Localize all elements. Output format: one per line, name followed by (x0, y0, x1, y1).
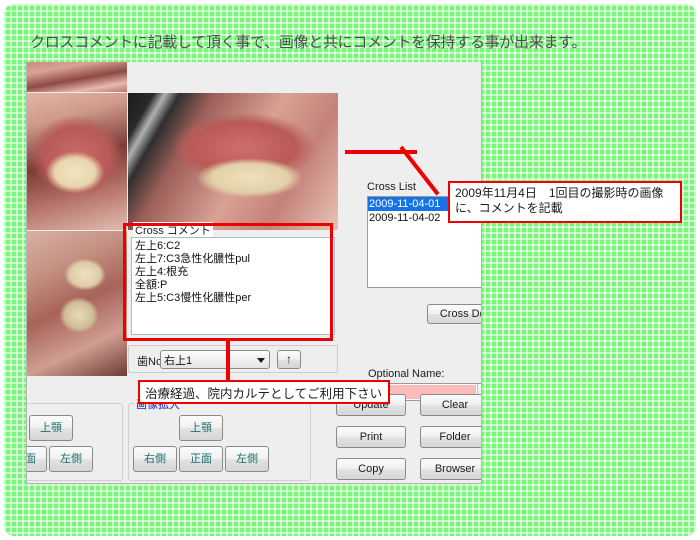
clear-button[interactable]: Clear (420, 394, 481, 416)
intraoral-photo-upper-left[interactable] (27, 62, 127, 92)
left-left-side-label: 左側 (60, 453, 82, 465)
left-upper-jaw-label: 上顎 (40, 422, 62, 434)
right-side-label: 右側 (144, 453, 166, 465)
cross-comment-group: Cross コメント 左上6:C2 左上7:C3急性化膿性pul 左上4:根充 … (128, 222, 338, 340)
comment-line: 左上7:C3急性化膿性pul (135, 253, 250, 265)
folder-button[interactable]: Folder (420, 426, 481, 448)
page-title: クロスコメントに記載して頂く事で、画像と共にコメントを保持する事が出来ます。 (30, 34, 587, 51)
annotation-usage-note: 治療経過、院内カルテとしてご利用下さい (138, 380, 390, 404)
browser-label: Browser (434, 463, 476, 475)
comment-line: 左上4:根充 (135, 266, 189, 278)
upper-jaw-button[interactable]: 上顎 (179, 415, 223, 441)
arrow-up-icon: ↑ (286, 352, 292, 366)
left-left-side-button[interactable]: 左側 (49, 446, 93, 472)
print-button[interactable]: Print (336, 426, 406, 448)
intraoral-photo-lower-left[interactable] (27, 231, 127, 376)
application-window: Cross List 2009-11-04-01 2009-11-04-02 C… (26, 62, 482, 484)
comment-line: 左上6:C2 (135, 240, 181, 252)
print-label: Print (359, 431, 383, 443)
annotation-leader-vertical (226, 341, 230, 383)
page-background: クロスコメントに記載して頂く事で、画像と共にコメントを保持する事が出来ます。 C… (4, 4, 696, 536)
tooth-number-value: 右上1 (164, 354, 193, 367)
clear-label: Clear (441, 399, 469, 411)
annotation-cross-note-line1: 2009年11月4日 1回目の撮影時の画像 (455, 186, 664, 200)
left-side-label: 左側 (236, 453, 258, 465)
comment-line: 全額:P (135, 279, 168, 291)
left-upper-jaw-button[interactable]: 上顎 (29, 415, 73, 441)
folder-label: Folder (439, 431, 471, 443)
cross-del-button[interactable]: Cross Del (427, 304, 481, 324)
cross-comment-textarea[interactable]: 左上6:C2 左上7:C3急性化膿性pul 左上4:根充 全額:P 左上5:C3… (131, 237, 335, 335)
annotation-cross-note-line2: に、コメントを記載 (455, 201, 563, 215)
annotation-cross-note: 2009年11月4日 1回目の撮影時の画像 に、コメントを記載 (448, 181, 682, 223)
front-view-label: 正面 (190, 453, 212, 465)
intraoral-photo-side-view[interactable] (128, 93, 338, 230)
cross-comment-label: Cross コメント (133, 222, 213, 238)
browser-button[interactable]: Browser (420, 458, 481, 480)
left-front-label: 正面 (26, 453, 36, 465)
cross-list-label: Cross List (367, 181, 416, 193)
upper-jaw-label: 上顎 (190, 422, 212, 434)
cross-del-label: Cross Del (439, 308, 481, 320)
tooth-up-button[interactable]: ↑ (277, 350, 301, 369)
right-side-button[interactable]: 右側 (133, 446, 177, 472)
front-view-button[interactable]: 正面 (179, 446, 223, 472)
copy-label: Copy (358, 463, 384, 475)
left-side-button[interactable]: 左側 (225, 446, 269, 472)
optional-name-label: Optional Name: (368, 368, 445, 380)
tooth-number-combo[interactable]: 右上1 (160, 350, 270, 369)
intraoral-photo-front[interactable] (27, 93, 127, 230)
left-front-button[interactable]: 正面 (26, 446, 47, 472)
copy-button[interactable]: Copy (336, 458, 406, 480)
comment-line: 左上5:C3慢性化膿性per (135, 292, 252, 304)
